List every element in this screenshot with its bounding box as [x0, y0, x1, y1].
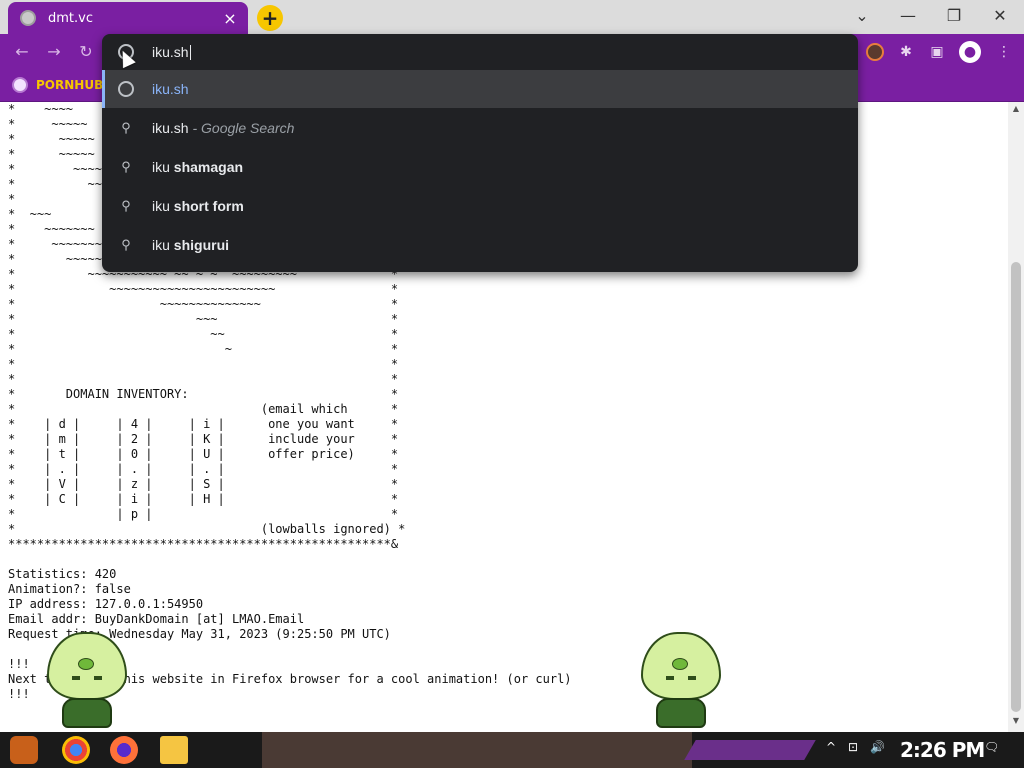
- firefox-icon[interactable]: [110, 736, 138, 764]
- ascii-line: IP address: 127.0.0.1:54950: [8, 597, 204, 611]
- suggestion-prefix: iku: [152, 237, 174, 253]
- ascii-line: * (lowballs ignored) *: [8, 522, 406, 536]
- ascii-line: [8, 552, 572, 567]
- character-eye: [72, 676, 80, 680]
- bookmark-favicon-icon: [12, 77, 28, 93]
- ascii-line: * ~~~~~~~~~~~~~~ *: [8, 297, 399, 311]
- tab-dmt[interactable]: dmt.vc ×: [8, 2, 248, 34]
- ascii-line: * | t | | 0 | | U | offer price) *: [8, 447, 399, 461]
- ascii-line: * | m | | 2 | | K | include your *: [8, 432, 399, 446]
- character-gem: [78, 658, 94, 670]
- ascii-line: * ~~~~~~~~~~~~~~~~~~~~~~~ *: [8, 282, 399, 296]
- suggestion-prefix: iku: [152, 198, 174, 214]
- suggestion-text: iku shamagan: [152, 159, 243, 175]
- ascii-line: * | V | | z | | S | *: [8, 477, 399, 491]
- network-icon[interactable]: ⊡: [848, 740, 858, 754]
- address-input-value: iku.sh: [152, 43, 189, 60]
- ascii-line: * *: [8, 372, 399, 386]
- notifications-icon[interactable]: 🗨: [984, 740, 999, 754]
- address-bar[interactable]: iku.sh: [102, 34, 858, 70]
- character-eye: [666, 676, 674, 680]
- text-caret: [189, 45, 191, 61]
- suggestion-text: iku shigurui: [152, 237, 229, 253]
- character-body: [656, 698, 706, 728]
- reload-button[interactable]: ↻: [74, 40, 98, 64]
- new-tab-button[interactable]: +: [257, 5, 283, 31]
- peridot-sticker-left: [42, 632, 132, 732]
- character-gem: [672, 658, 688, 670]
- taskbar-decoration: [684, 740, 816, 760]
- search-icon: ⚲: [121, 237, 131, 252]
- ascii-line: * | . | | . | | . | *: [8, 462, 399, 476]
- ascii-line: Animation?: false: [8, 582, 131, 596]
- tab-search-icon[interactable]: ⌄: [842, 4, 882, 28]
- bookmark-pornhub[interactable]: PORNHUB: [12, 77, 103, 93]
- restore-button[interactable]: ❐: [934, 4, 974, 28]
- side-panel-icon[interactable]: ▣: [925, 40, 949, 64]
- suggestion-text: iku short form: [152, 198, 244, 214]
- scroll-down-icon[interactable]: ▼: [1008, 716, 1024, 730]
- ascii-line: * ~~~ *: [8, 312, 399, 326]
- ascii-line: * ~ *: [8, 342, 399, 356]
- extension-avatar-icon[interactable]: [866, 43, 884, 61]
- globe-icon: [20, 10, 36, 26]
- tab-title: dmt.vc: [48, 10, 93, 26]
- start-icon[interactable]: [10, 736, 38, 764]
- scrollbar-thumb[interactable]: [1011, 262, 1021, 712]
- address-input[interactable]: iku.sh: [152, 44, 191, 61]
- suggestion-completion: shigurui: [173, 237, 230, 253]
- character-eye: [688, 676, 696, 680]
- ascii-line: ****************************************…: [8, 537, 399, 551]
- volume-icon[interactable]: 🔊: [870, 740, 885, 754]
- close-tab-icon[interactable]: ×: [220, 9, 240, 28]
- tab-strip: dmt.vc × + ⌄ — ❐ ✕: [0, 0, 1024, 34]
- file-explorer-icon[interactable]: [160, 736, 188, 764]
- suggestion-item[interactable]: ⚲ iku shigurui: [102, 226, 858, 264]
- profile-icon[interactable]: ●: [959, 41, 981, 63]
- bookmark-label: PORNHUB: [36, 78, 104, 92]
- suggestion-item[interactable]: ⚲ iku shamagan: [102, 148, 858, 186]
- suggestion-completion: short form: [173, 198, 244, 214]
- ascii-line: Statistics: 420: [8, 567, 117, 581]
- search-icon: ⚲: [121, 159, 131, 174]
- forward-button[interactable]: →: [42, 40, 66, 64]
- suggestion-item[interactable]: ⚲ iku.sh - Google Search: [102, 109, 858, 147]
- search-icon: ⚲: [121, 198, 131, 213]
- suggestion-text: iku.sh - Google Search: [152, 120, 294, 136]
- character-eye: [94, 676, 102, 680]
- search-icon: ⚲: [121, 120, 131, 135]
- back-button[interactable]: ←: [10, 40, 34, 64]
- ascii-line: * | C | | i | | H | *: [8, 492, 399, 506]
- omnibox-dropdown: iku.sh iku.sh ⚲ iku.sh - Google Search ⚲…: [102, 34, 858, 272]
- suggestion-item[interactable]: iku.sh: [102, 70, 858, 108]
- screen: dmt.vc × + ⌄ — ❐ ✕ ← → ↻ ✱ ▣ ● ⋮ PORNHUB…: [0, 0, 1024, 768]
- chrome-icon[interactable]: [62, 736, 90, 764]
- suggestion-url: iku.sh: [152, 81, 189, 97]
- peridot-sticker-right: [636, 632, 726, 732]
- globe-icon: [118, 81, 134, 97]
- scroll-up-icon[interactable]: ▲: [1008, 104, 1024, 118]
- taskbar-clock[interactable]: 2:26 PM: [900, 738, 985, 762]
- close-window-button[interactable]: ✕: [980, 4, 1020, 28]
- minimize-button[interactable]: —: [888, 4, 928, 28]
- suggestion-text: iku.sh: [152, 81, 189, 97]
- ascii-line: * *: [8, 357, 399, 371]
- menu-icon[interactable]: ⋮: [992, 40, 1016, 64]
- suggestion-hint: - Google Search: [188, 120, 295, 136]
- ascii-line: * | d | | 4 | | i | one you want *: [8, 417, 399, 431]
- ascii-line: * DOMAIN INVENTORY: *: [8, 387, 399, 401]
- suggestion-item[interactable]: ⚲ iku short form: [102, 187, 858, 225]
- character-body: [62, 698, 112, 728]
- extensions-icon[interactable]: ✱: [894, 40, 918, 64]
- suggestion-completion: shamagan: [173, 159, 244, 175]
- tray-chevron-icon[interactable]: ^: [826, 740, 836, 754]
- ascii-line: Email addr: BuyDankDomain [at] LMAO.Emai…: [8, 612, 305, 626]
- ascii-line: * | p | *: [8, 507, 399, 521]
- suggestion-prefix: iku: [152, 159, 174, 175]
- ascii-line: * (email which *: [8, 402, 399, 416]
- taskbar-window-preview[interactable]: [262, 732, 692, 768]
- suggestion-query: iku.sh: [152, 120, 189, 136]
- ascii-line: * ~~ *: [8, 327, 399, 341]
